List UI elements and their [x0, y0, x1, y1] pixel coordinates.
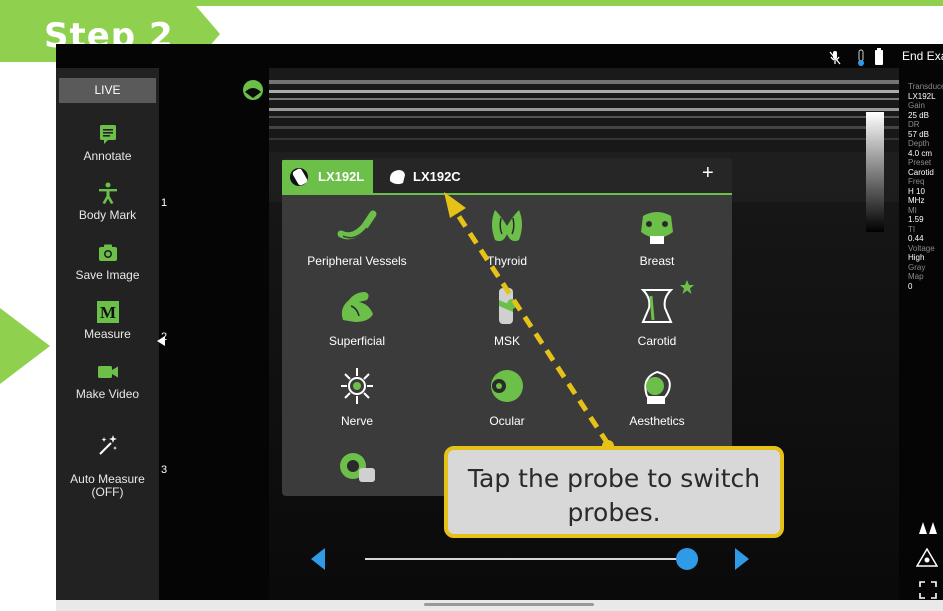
- measure-tool[interactable]: M Measure: [56, 300, 159, 341]
- parameter-key: Gain: [908, 101, 925, 110]
- focus-marker-icon[interactable]: [157, 335, 167, 347]
- superficial-arm-icon: [341, 292, 373, 322]
- probe-tab-label: LX192L: [318, 169, 365, 184]
- favorite-star-icon: [680, 280, 694, 294]
- home-indicator[interactable]: [424, 603, 594, 606]
- svg-text:M: M: [99, 303, 115, 322]
- warning-eye-icon[interactable]: [916, 548, 938, 568]
- save-image-label: Save Image: [75, 268, 140, 282]
- peripheral-vessels-icon: [337, 210, 377, 240]
- parameter-value: 1.59: [908, 215, 924, 224]
- parameter-value: Carotid: [908, 167, 934, 177]
- mic-off-icon[interactable]: [828, 50, 842, 66]
- preset-custom[interactable]: [282, 446, 432, 494]
- parameter-key: DR: [908, 120, 920, 129]
- parameter-value: High: [908, 253, 925, 262]
- linear-probe-icon: [290, 168, 308, 186]
- preset-label: Carotid: [637, 334, 677, 348]
- add-probe-button[interactable]: +: [702, 162, 714, 185]
- preset-superficial[interactable]: Superficial: [282, 286, 432, 348]
- playback-controls: [311, 548, 749, 570]
- annotate-label: Annotate: [83, 149, 132, 163]
- probe-tab-lx192l[interactable]: LX192L: [282, 160, 373, 193]
- parameter-value: 0.44: [908, 234, 924, 243]
- live-button[interactable]: LIVE: [59, 78, 156, 103]
- parameter-key: Freq: [908, 177, 925, 186]
- callout-pointer-arrow: [444, 192, 614, 452]
- temperature-icon: [858, 49, 864, 66]
- custom-preset-icon: [340, 453, 375, 482]
- probe-tab-label: LX192C: [413, 169, 461, 184]
- carotid-neck-icon: [640, 289, 674, 323]
- annotate-icon: [99, 125, 116, 144]
- fullscreen-icon[interactable]: [918, 580, 938, 600]
- nerve-icon: [341, 368, 373, 404]
- battery-icon: [875, 48, 883, 65]
- depth-mark: 3: [161, 464, 168, 476]
- aesthetics-face-icon: [644, 370, 671, 404]
- auto-measure-tool[interactable]: Auto Measure (OFF): [56, 420, 159, 499]
- probe-tab-lx192c[interactable]: LX192C: [386, 160, 486, 193]
- parameter-value: 57 dB: [908, 129, 929, 139]
- probe-orientation-marker: [243, 80, 263, 100]
- video-camera-icon: [97, 366, 118, 378]
- save-image-tool[interactable]: Save Image: [56, 241, 159, 282]
- pointer-arrow: [0, 308, 50, 384]
- parameter-value: H 10 MHz: [908, 186, 925, 206]
- grayscale-bar: [866, 112, 884, 232]
- depth-mark: 1: [161, 197, 168, 209]
- end-exam-button[interactable]: End Exam: [902, 49, 943, 63]
- parameter-key: Preset: [908, 158, 932, 167]
- preset-peripheral-vessels[interactable]: Peripheral Vessels: [282, 206, 432, 268]
- auto-measure-sparkle-icon: [98, 435, 117, 455]
- preset-nerve[interactable]: Nerve: [282, 366, 432, 428]
- parameter-value: 25 dB: [908, 110, 929, 120]
- next-frame-icon[interactable]: [735, 548, 749, 570]
- parameter-value: LX192L: [908, 91, 936, 101]
- playback-slider-thumb[interactable]: [676, 548, 699, 570]
- instruction-callout: Tap the probe to switch probes.: [444, 446, 784, 538]
- body-mark-tool[interactable]: Body Mark: [56, 181, 159, 222]
- measure-icon: M: [96, 301, 119, 323]
- parameter-value: 0: [908, 281, 913, 291]
- curved-probe-icon: [389, 170, 405, 185]
- auto-measure-label: Auto Measure (OFF): [70, 472, 145, 499]
- preset-label: Nerve: [340, 414, 373, 428]
- breast-icon: [641, 212, 673, 244]
- measure-label: Measure: [84, 327, 131, 341]
- imaging-parameters: TransducerLX192LGain25 dBDR57 dBDepth4.0…: [908, 82, 943, 291]
- preset-label: Peripheral Vessels: [307, 254, 407, 268]
- body-mark-label: Body Mark: [78, 208, 137, 222]
- preset-label: Breast: [639, 254, 675, 268]
- parameter-key: TI: [908, 224, 916, 234]
- make-video-label: Make Video: [75, 387, 140, 401]
- body-mark-icon: [98, 182, 117, 204]
- system-nav-bar: [56, 600, 943, 611]
- make-video-tool[interactable]: Make Video: [56, 360, 159, 401]
- camera-icon: [98, 244, 117, 261]
- parameter-key: Transducer: [908, 82, 943, 91]
- dual-view-icon[interactable]: [918, 520, 938, 536]
- parameter-value: 4.0 cm: [908, 148, 933, 158]
- parameter-key: Depth: [908, 139, 930, 148]
- callout-text: Tap the probe to switch probes.: [467, 464, 761, 527]
- previous-frame-icon[interactable]: [311, 548, 325, 570]
- parameter-key: MI: [908, 205, 917, 215]
- preset-label: Aesthetics: [629, 414, 685, 428]
- annotate-tool[interactable]: Annotate: [56, 122, 159, 163]
- preset-label: Superficial: [328, 334, 386, 348]
- parameter-key: Voltage: [908, 243, 935, 253]
- parameter-key: Gray Map: [908, 262, 926, 282]
